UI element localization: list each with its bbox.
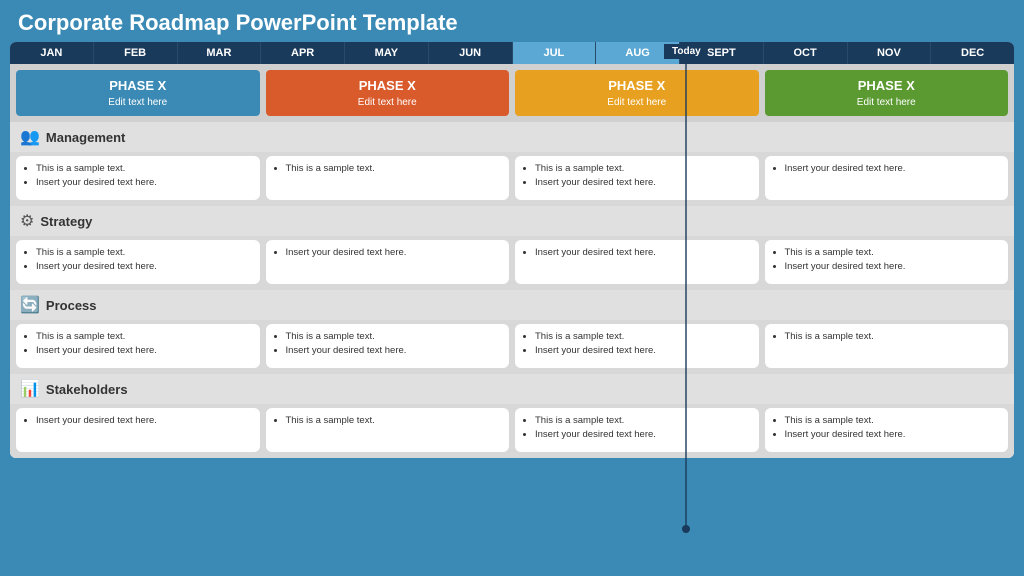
cell-item-2-2-1: Insert your desired text here.	[535, 344, 751, 358]
category-title-3: Stakeholders	[46, 382, 128, 397]
cell-item-3-2-0: This is a sample text.	[535, 414, 751, 428]
category-content-2: This is a sample text.Insert your desire…	[10, 320, 1014, 374]
cell-item-0-1-0: This is a sample text.	[286, 162, 502, 176]
month-cell-jun: JUN	[429, 42, 513, 64]
month-cell-feb: FEB	[94, 42, 178, 64]
category-icon-3: 📊	[20, 379, 40, 399]
cell-item-1-0-1: Insert your desired text here.	[36, 260, 252, 274]
cell-item-1-3-0: This is a sample text.	[785, 246, 1001, 260]
content-cell-0-3: Insert your desired text here.	[765, 156, 1009, 200]
today-label: Today	[664, 44, 709, 59]
categories-container: 👥ManagementThis is a sample text.Insert …	[10, 122, 1014, 458]
cell-item-1-2-0: Insert your desired text here.	[535, 246, 751, 260]
phase-label-3: PHASE X	[858, 78, 915, 93]
month-cell-apr: APR	[261, 42, 345, 64]
page-title: Corporate Roadmap PowerPoint Template	[0, 0, 1024, 42]
month-cell-jan: JAN	[10, 42, 94, 64]
category-icon-0: 👥	[20, 127, 40, 147]
today-line	[685, 59, 687, 529]
phase-row: PHASE X Edit text here PHASE X Edit text he…	[10, 64, 1014, 122]
cell-item-1-3-1: Insert your desired text here.	[785, 260, 1001, 274]
cell-item-3-3-0: This is a sample text.	[785, 414, 1001, 428]
cell-item-0-3-0: Insert your desired text here.	[785, 162, 1001, 176]
content-cell-3-3: This is a sample text.Insert your desire…	[765, 408, 1009, 452]
cell-item-0-2-1: Insert your desired text here.	[535, 176, 751, 190]
phase-label-1: PHASE X	[359, 78, 416, 93]
content-cell-3-1: This is a sample text.	[266, 408, 510, 452]
cell-item-2-3-0: This is a sample text.	[785, 330, 1001, 344]
cell-item-3-0-0: Insert your desired text here.	[36, 414, 252, 428]
content-cell-0-2: This is a sample text.Insert your desire…	[515, 156, 759, 200]
content-cell-0-1: This is a sample text.	[266, 156, 510, 200]
phase-sub-1: Edit text here	[358, 97, 417, 108]
month-cell-dec: DEC	[931, 42, 1014, 64]
category-title-0: Management	[46, 130, 125, 145]
cell-item-2-0-1: Insert your desired text here.	[36, 344, 252, 358]
content-cell-1-3: This is a sample text.Insert your desire…	[765, 240, 1009, 284]
month-cell-jul: JUL	[513, 42, 597, 64]
category-section-2: 🔄ProcessThis is a sample text.Insert you…	[10, 290, 1014, 374]
category-content-1: This is a sample text.Insert your desire…	[10, 236, 1014, 290]
content-cell-2-1: This is a sample text.Insert your desire…	[266, 324, 510, 368]
cell-item-1-0-0: This is a sample text.	[36, 246, 252, 260]
cell-item-2-2-0: This is a sample text.	[535, 330, 751, 344]
cell-item-3-3-1: Insert your desired text here.	[785, 428, 1001, 442]
category-icon-1: ⚙	[20, 211, 34, 231]
cell-item-2-1-1: Insert your desired text here.	[286, 344, 502, 358]
cell-item-0-0-0: This is a sample text.	[36, 162, 252, 176]
month-cell-oct: OCT	[764, 42, 848, 64]
cell-item-3-1-0: This is a sample text.	[286, 414, 502, 428]
content-cell-1-0: This is a sample text.Insert your desire…	[16, 240, 260, 284]
phase-sub-2: Edit text here	[607, 97, 666, 108]
category-header-2: 🔄 Process	[10, 290, 1014, 320]
category-header-1: ⚙ Strategy	[10, 206, 1014, 236]
phase-block-3: PHASE X Edit text here	[765, 70, 1009, 116]
category-section-0: 👥ManagementThis is a sample text.Insert …	[10, 122, 1014, 206]
cell-item-1-1-0: Insert your desired text here.	[286, 246, 502, 260]
phase-sub-3: Edit text here	[857, 97, 916, 108]
category-header-0: 👥 Management	[10, 122, 1014, 152]
month-header: JANFEBMARAPRMAYJUNJULAUGSEPTOCTNOVDEC	[10, 42, 1014, 64]
cell-item-3-2-1: Insert your desired text here.	[535, 428, 751, 442]
month-cell-nov: NOV	[848, 42, 932, 64]
phase-label-0: PHASE X	[109, 78, 166, 93]
today-flag: Today	[664, 44, 709, 533]
category-section-1: ⚙StrategyThis is a sample text.Insert yo…	[10, 206, 1014, 290]
cell-item-2-0-0: This is a sample text.	[36, 330, 252, 344]
month-cell-mar: MAR	[178, 42, 262, 64]
content-cell-3-2: This is a sample text.Insert your desire…	[515, 408, 759, 452]
phase-sub-0: Edit text here	[108, 97, 167, 108]
category-icon-2: 🔄	[20, 295, 40, 315]
content-cell-1-2: Insert your desired text here.	[515, 240, 759, 284]
content-cell-2-0: This is a sample text.Insert your desire…	[16, 324, 260, 368]
content-cell-2-2: This is a sample text.Insert your desire…	[515, 324, 759, 368]
category-title-1: Strategy	[40, 214, 92, 229]
category-content-0: This is a sample text.Insert your desire…	[10, 152, 1014, 206]
category-header-3: 📊 Stakeholders	[10, 374, 1014, 404]
cell-item-0-2-0: This is a sample text.	[535, 162, 751, 176]
phase-label-2: PHASE X	[608, 78, 665, 93]
cell-item-2-1-0: This is a sample text.	[286, 330, 502, 344]
category-title-2: Process	[46, 298, 97, 313]
phase-block-0: PHASE X Edit text here	[16, 70, 260, 116]
phase-block-2: PHASE X Edit text here	[515, 70, 759, 116]
content-cell-0-0: This is a sample text.Insert your desire…	[16, 156, 260, 200]
main-container: JANFEBMARAPRMAYJUNJULAUGSEPTOCTNOVDEC PH…	[10, 42, 1014, 458]
category-section-3: 📊 Stakeholders Insert your desired text he…	[10, 374, 1014, 458]
cell-item-0-0-1: Insert your desired text here.	[36, 176, 252, 190]
content-cell-1-1: Insert your desired text here.	[266, 240, 510, 284]
content-cell-3-0: Insert your desired text here.	[16, 408, 260, 452]
content-cell-2-3: This is a sample text.	[765, 324, 1009, 368]
month-cell-may: MAY	[345, 42, 429, 64]
phase-block-1: PHASE X Edit text here	[266, 70, 510, 116]
category-content-3: Insert your desired text here.This is a …	[10, 404, 1014, 458]
